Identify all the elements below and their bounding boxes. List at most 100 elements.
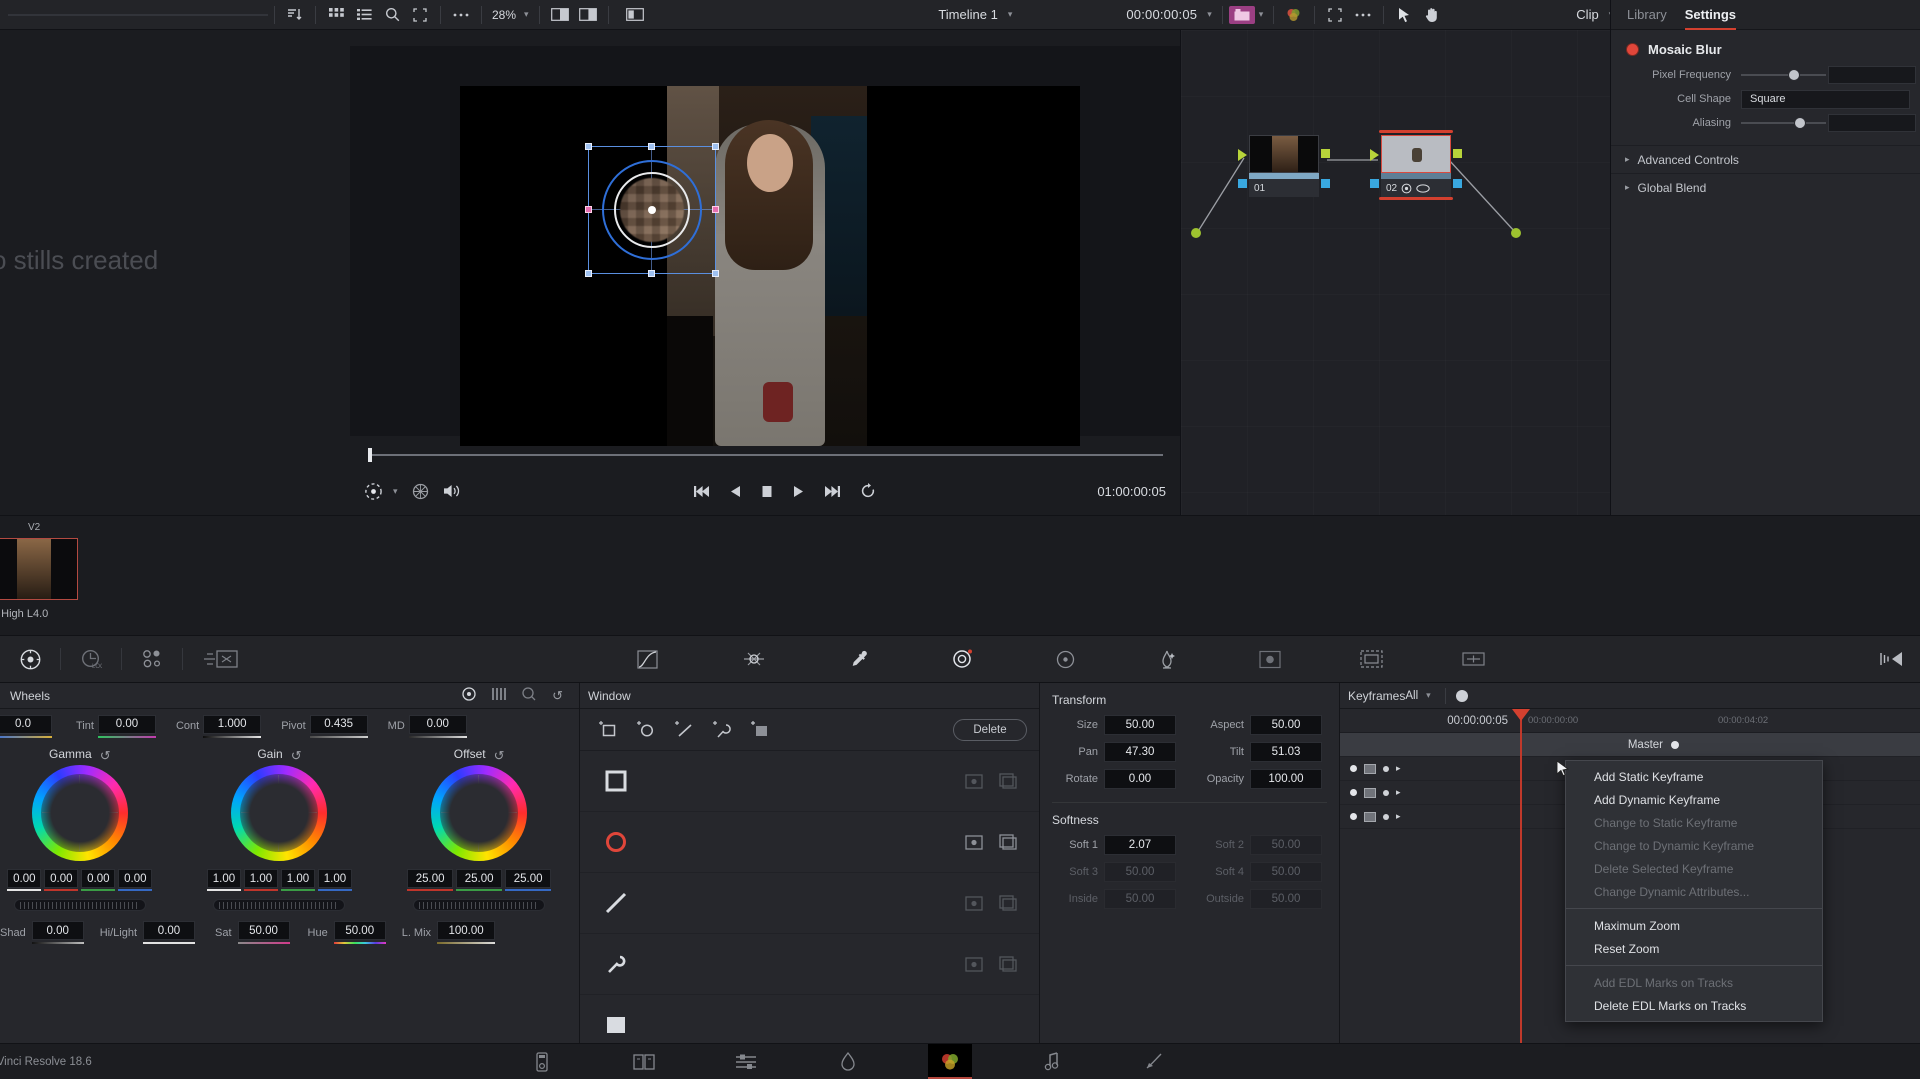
pointer-tool-icon[interactable] (1390, 4, 1418, 26)
power-window-icon[interactable] (940, 644, 984, 674)
section-advanced-controls[interactable]: ▸ Advanced Controls (1611, 145, 1920, 173)
jump-start-icon[interactable] (694, 485, 710, 498)
qualifier-icon[interactable] (732, 644, 776, 674)
primaries-icon[interactable]: LOG (69, 644, 113, 674)
chevron-right-icon[interactable]: ▸ (1396, 763, 1401, 774)
wheels-mode-icon[interactable] (454, 687, 484, 704)
curves-icon[interactable] (626, 644, 670, 674)
rotate-value[interactable]: 0.00 (1104, 769, 1176, 789)
wheel-gamma-master-slider[interactable] (14, 899, 146, 911)
zoom-dropdown-chevron-icon[interactable]: ▾ (520, 9, 533, 20)
cut-page-icon[interactable] (622, 1044, 666, 1079)
edit-page-icon[interactable] (724, 1044, 768, 1079)
sort-descending-icon[interactable] (281, 4, 309, 26)
effect-enable-toggle-icon[interactable] (1627, 44, 1638, 55)
stop-icon[interactable] (761, 485, 773, 498)
keyframes-playhead[interactable] (1520, 709, 1522, 1043)
playhead-timecode[interactable]: 00:00:00:05 (1126, 7, 1197, 22)
track-enable-dot-icon[interactable] (1350, 765, 1357, 772)
reset-icon[interactable]: ↺ (544, 688, 571, 704)
fullscreen-icon[interactable] (1321, 4, 1349, 26)
delete-window-button[interactable]: Delete (953, 719, 1027, 741)
wheel-gain-point[interactable] (275, 809, 282, 816)
wheel-offset-master-slider[interactable] (413, 899, 545, 911)
gamma-r[interactable]: 0.00 (44, 869, 78, 888)
fusion-page-icon[interactable] (826, 1044, 870, 1079)
hand-tool-icon[interactable] (1418, 4, 1446, 26)
gain-y[interactable]: 1.00 (207, 869, 241, 888)
viewer-scrubber[interactable] (368, 448, 1163, 462)
gamma-y[interactable]: 0.00 (7, 869, 41, 888)
step-back-icon[interactable] (730, 485, 741, 498)
add-linear-window-icon[interactable] (592, 715, 626, 745)
aliasing-value-field[interactable] (1828, 114, 1916, 132)
timecode-dropdown-chevron-icon[interactable]: ▾ (1197, 9, 1216, 20)
stabilizer-icon[interactable] (1452, 644, 1496, 674)
tilt-value[interactable]: 51.03 (1250, 742, 1322, 762)
onion-skin-icon[interactable] (364, 482, 383, 501)
magic-mask-icon[interactable] (1146, 644, 1190, 674)
loop-icon[interactable] (860, 483, 876, 499)
play-icon[interactable] (793, 485, 804, 498)
pan-value[interactable]: 47.30 (1104, 742, 1176, 762)
grid-view-icon[interactable] (322, 4, 350, 26)
onion-skin-chevron-icon[interactable]: ▾ (389, 486, 402, 497)
opacity-value[interactable]: 100.00 (1250, 769, 1322, 789)
node-graph[interactable]: 01 02 (1180, 30, 1610, 515)
wheel-gamma-control[interactable] (32, 765, 128, 861)
track-enable-dot-icon[interactable] (1350, 813, 1357, 820)
keyframes-filter-select[interactable]: All ▾ (1405, 690, 1434, 702)
gamma-g[interactable]: 0.00 (81, 869, 115, 888)
timeline-clip-thumbnail[interactable] (0, 538, 78, 600)
chevron-right-icon[interactable]: ▸ (1396, 811, 1401, 822)
hue-value[interactable]: 50.00 (334, 921, 386, 940)
output-node-port[interactable] (1511, 228, 1521, 238)
offset-b[interactable]: 25.00 (505, 869, 551, 888)
split-view-icon[interactable] (546, 4, 574, 26)
offset-g[interactable]: 25.00 (456, 869, 502, 888)
single-view-icon[interactable] (574, 4, 602, 26)
media-page-icon[interactable] (520, 1044, 564, 1079)
window-mask-toggle-icon[interactable] (991, 768, 1025, 794)
window-row-pen[interactable] (580, 934, 1039, 995)
menu-add-dynamic-keyframe[interactable]: Add Dynamic Keyframe (1566, 788, 1822, 811)
pivot-value[interactable]: 0.435 (310, 715, 368, 734)
offset-r[interactable]: 25.00 (407, 869, 453, 888)
pixel-frequency-slider[interactable] (1741, 63, 1826, 87)
log-mode-icon[interactable] (514, 687, 544, 704)
window-invert-toggle-icon[interactable] (957, 951, 991, 977)
node-01[interactable]: 01 (1249, 135, 1319, 197)
sat-value[interactable]: 50.00 (238, 921, 290, 940)
keyframes-options-icon[interactable] (1456, 690, 1468, 702)
gamma-b[interactable]: 0.00 (118, 869, 152, 888)
cell-shape-select[interactable]: Square (1741, 90, 1910, 109)
scopes-icon[interactable] (1870, 644, 1914, 674)
layers-icon[interactable] (412, 483, 429, 500)
handle-tl[interactable] (585, 143, 592, 150)
pink-badge-icon[interactable] (1229, 6, 1255, 24)
node-01-rgb-output-port[interactable] (1321, 149, 1330, 158)
keyframes-row-master[interactable]: Master (1340, 733, 1920, 757)
pixel-frequency-value-field[interactable] (1828, 66, 1916, 84)
expand-icon[interactable] (406, 4, 434, 26)
node-02-rgb-output-port[interactable] (1453, 149, 1462, 158)
window-invert-toggle-icon[interactable] (957, 768, 991, 794)
deliver-page-icon[interactable] (1132, 1044, 1176, 1079)
scrubber-playhead[interactable] (368, 448, 372, 462)
image-wipe-icon[interactable] (615, 4, 655, 26)
viewer-canvas[interactable] (350, 46, 1180, 436)
size-value[interactable]: 50.00 (1104, 715, 1176, 735)
track-lock-dot-icon[interactable] (1383, 766, 1389, 772)
wheel-gamma-reset-icon[interactable]: ↺ (100, 748, 111, 764)
menu-maximum-zoom[interactable]: Maximum Zoom (1566, 914, 1822, 937)
node-02-rgb-input-port[interactable] (1370, 149, 1379, 161)
menu-reset-zoom[interactable]: Reset Zoom (1566, 937, 1822, 960)
chevron-right-icon[interactable]: ▸ (1396, 787, 1401, 798)
fairlight-page-icon[interactable] (1030, 1044, 1074, 1079)
handle-mr[interactable] (712, 206, 719, 213)
lmix-value[interactable]: 100.00 (437, 921, 495, 940)
track-lock-dot-icon[interactable] (1383, 790, 1389, 796)
gain-g[interactable]: 1.00 (281, 869, 315, 888)
timeline-strip[interactable]: V2 4 High L4.0 (0, 515, 1920, 635)
add-polygon-window-icon[interactable] (668, 715, 702, 745)
